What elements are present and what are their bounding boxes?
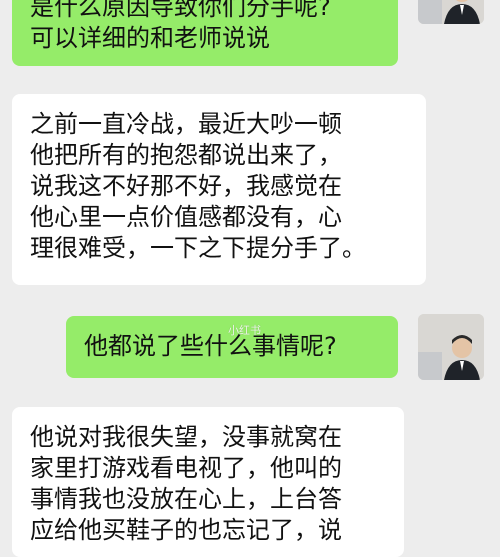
message-bubble-incoming[interactable]: 他说对我很失望，没事就窝在 家里打游戏看电视了，他叫的 事情我也没放在心上，上台… (12, 407, 404, 557)
message-bubble-outgoing[interactable]: 是什么原因导致你们分手呢? 可以详细的和老师说说 (12, 0, 398, 66)
message-text-line: 他说对我很失望，没事就窝在 (30, 423, 342, 451)
message-text-line: 他把所有的抱怨都说出来了， (30, 141, 342, 169)
watermark-label: 小红书 (228, 324, 261, 337)
message-text-line: 应给他买鞋子的也忘记了，说 (30, 516, 342, 544)
teacher-avatar-icon (418, 0, 484, 24)
message-text-line: 是什么原因导致你们分手呢? (30, 0, 331, 21)
message-text-line: 之前一直冷战，最近大吵一顿 (30, 110, 342, 138)
message-text-line: 理很难受，一下之下提分手了。 (30, 234, 366, 262)
avatar[interactable] (418, 0, 484, 24)
message-text-line: 家里打游戏看电视了，他叫的 (30, 454, 342, 482)
message-text-line: 可以详细的和老师说说 (30, 24, 270, 52)
teacher-avatar-icon (418, 314, 484, 380)
message-text-line: 他心里一点价值感都没有，心 (30, 203, 342, 231)
message-text-line: 事情我也没放在心上，上台答 (30, 485, 342, 513)
avatar[interactable] (418, 314, 484, 380)
message-text-line: 说我这不好那不好，我感觉在 (30, 172, 342, 200)
message-bubble-incoming[interactable]: 之前一直冷战，最近大吵一顿 他把所有的抱怨都说出来了， 说我这不好那不好，我感觉… (12, 94, 426, 285)
